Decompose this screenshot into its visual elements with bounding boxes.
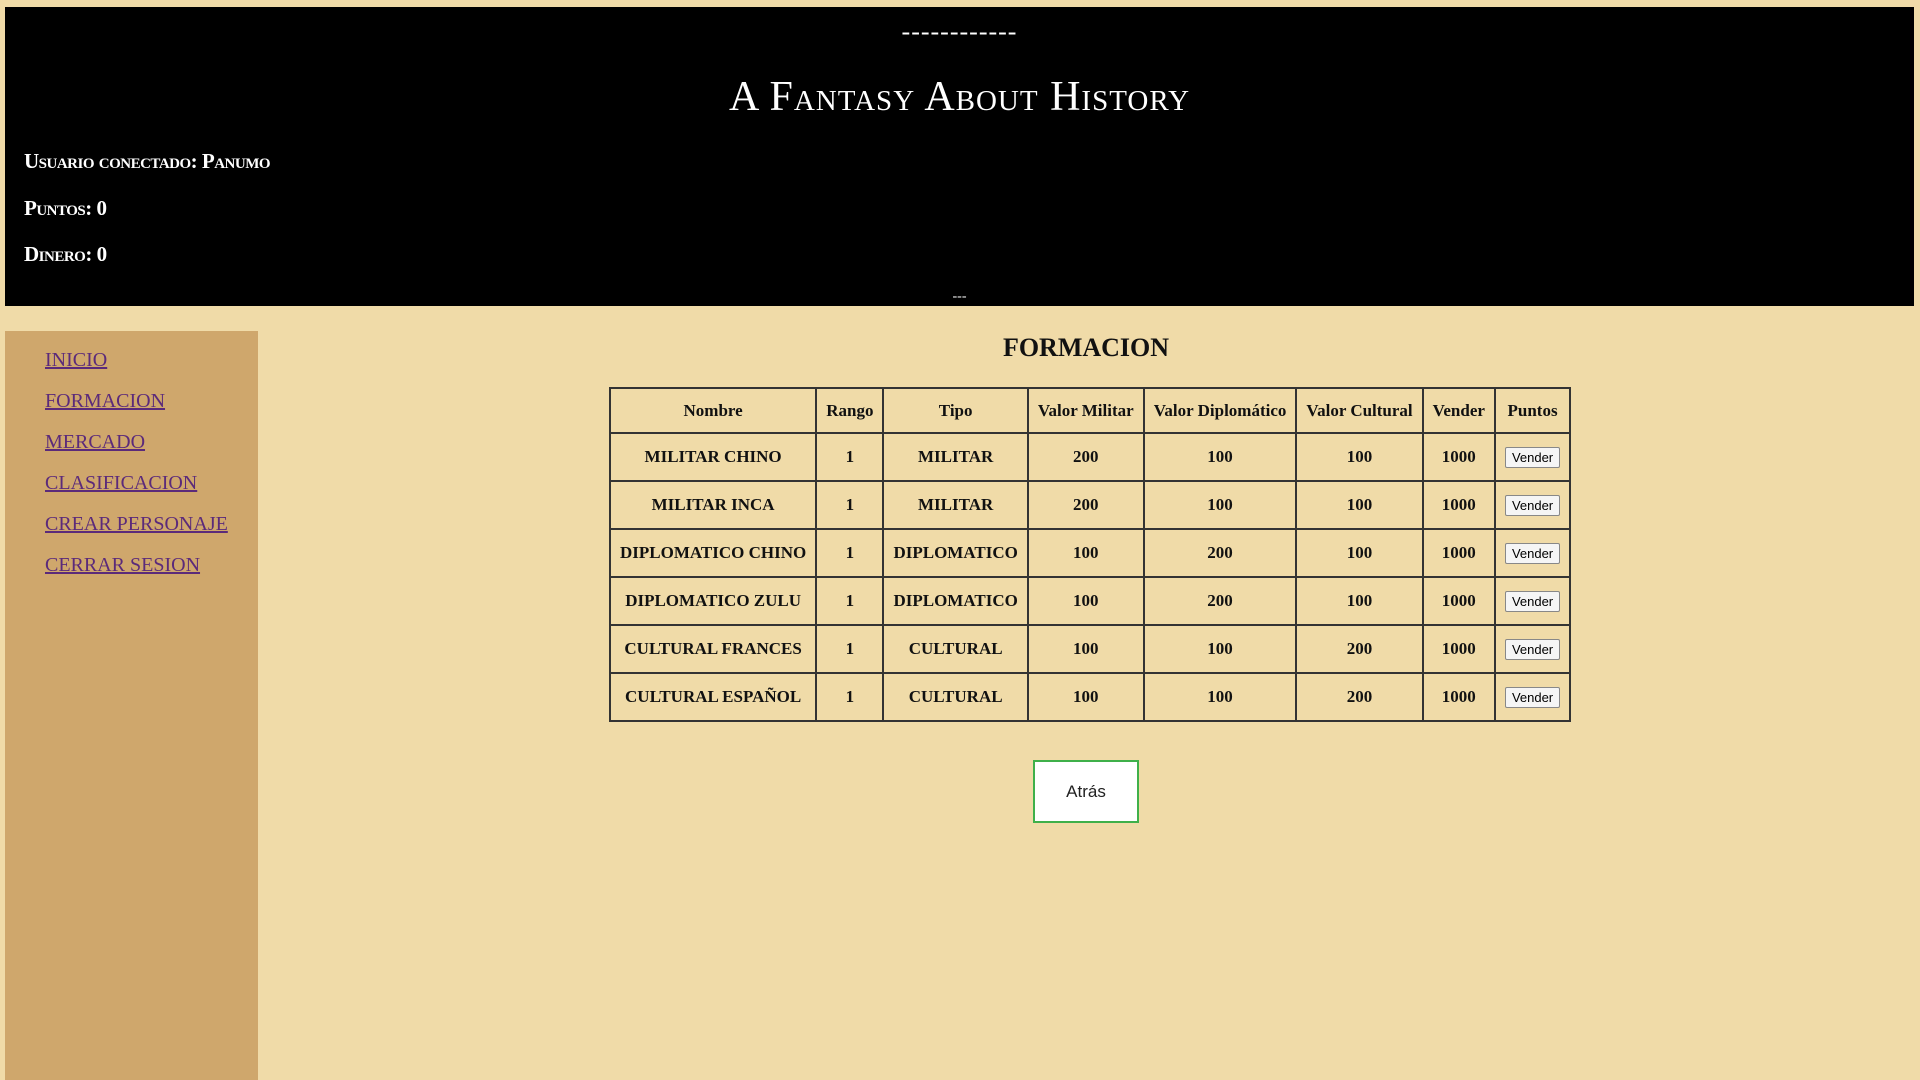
sell-button[interactable]: Vender (1504, 590, 1561, 612)
cell-valor-militar: 200 (1026, 432, 1145, 482)
sell-button[interactable]: Vender (1504, 542, 1561, 564)
cell-vender: 1000 (1421, 624, 1496, 674)
cell-valor-diplomatico: 200 (1142, 528, 1298, 578)
cell-valor-diplomatico: 100 (1142, 672, 1298, 722)
col-header-puntos: Puntos (1493, 387, 1572, 434)
cell-action: Vender (1493, 528, 1572, 578)
nav-link-inicio[interactable]: INICIO (45, 349, 107, 371)
page-title: FORMACION (1002, 333, 1170, 362)
cell-vender: 1000 (1421, 528, 1496, 578)
sell-button[interactable]: Vender (1504, 638, 1561, 660)
table-row: MILITAR INCA 1 MILITAR 200 100 100 1000 … (608, 480, 1572, 530)
header-dashes-bottom: --- (952, 289, 967, 304)
money-display: Dinero: 0 (24, 242, 107, 266)
cell-valor-militar: 100 (1026, 528, 1145, 578)
cell-rango: 1 (815, 576, 885, 626)
cell-rango: 1 (815, 528, 885, 578)
cell-nombre: CULTURAL ESPAÑOL (608, 672, 818, 722)
cell-valor-cultural: 200 (1295, 672, 1424, 722)
header-dashes-top: ------------ (901, 17, 1018, 46)
site-header: ------------ A Fantasy About History Usu… (5, 7, 1914, 306)
table-header-row: Nombre Rango Tipo Valor Militar Valor Di… (608, 387, 1572, 434)
cell-valor-cultural: 100 (1295, 432, 1424, 482)
cell-tipo: CULTURAL (882, 624, 1029, 674)
cell-valor-militar: 200 (1026, 480, 1145, 530)
cell-action: Vender (1493, 576, 1572, 626)
col-header-tipo: Tipo (882, 387, 1029, 434)
main-content: FORMACION Nombre Rango Tipo Valor Milita… (258, 331, 1914, 823)
cell-valor-cultural: 100 (1295, 576, 1424, 626)
back-button[interactable]: Atrás (1033, 760, 1139, 823)
nav-link-clasificacion[interactable]: CLASIFICACION (45, 472, 197, 494)
cell-valor-militar: 100 (1026, 576, 1145, 626)
cell-tipo: MILITAR (882, 432, 1029, 482)
sidebar-menu: INICIO FORMACION MERCADO CLASIFICACION C… (5, 331, 258, 595)
sidebar-nav: INICIO FORMACION MERCADO CLASIFICACION C… (5, 331, 258, 1080)
col-header-valor-diplomatico: Valor Diplomático (1142, 387, 1298, 434)
sell-button[interactable]: Vender (1504, 446, 1561, 468)
nav-link-cerrar-sesion[interactable]: CERRAR SESION (45, 554, 200, 576)
cell-nombre: MILITAR INCA (608, 480, 818, 530)
sidebar-item-cerrar-sesion: CERRAR SESION (45, 554, 258, 595)
nav-link-mercado[interactable]: MERCADO (45, 431, 145, 453)
cell-tipo: DIPLOMATICO (882, 528, 1029, 578)
cell-rango: 1 (815, 624, 885, 674)
sidebar-item-clasificacion: CLASIFICACION (45, 472, 258, 513)
col-header-nombre: Nombre (608, 387, 818, 434)
table-row: DIPLOMATICO CHINO 1 DIPLOMATICO 100 200 … (608, 528, 1572, 578)
cell-valor-diplomatico: 200 (1142, 576, 1298, 626)
cell-action: Vender (1493, 672, 1572, 722)
connected-user: Usuario conectado: Panumo (24, 149, 271, 173)
col-header-valor-militar: Valor Militar (1026, 387, 1145, 434)
cell-valor-diplomatico: 100 (1142, 624, 1298, 674)
cell-rango: 1 (815, 432, 885, 482)
nav-link-crear-personaje[interactable]: CREAR PERSONAJE (45, 513, 228, 535)
sidebar-item-inicio: INICIO (45, 349, 258, 390)
sidebar-item-crear-personaje: CREAR PERSONAJE (45, 513, 258, 554)
cell-valor-cultural: 200 (1295, 624, 1424, 674)
cell-action: Vender (1493, 624, 1572, 674)
cell-nombre: MILITAR CHINO (608, 432, 818, 482)
col-header-valor-cultural: Valor Cultural (1295, 387, 1424, 434)
cell-tipo: MILITAR (882, 480, 1029, 530)
cell-valor-diplomatico: 100 (1142, 432, 1298, 482)
sell-button[interactable]: Vender (1504, 686, 1561, 708)
cell-nombre: DIPLOMATICO ZULU (608, 576, 818, 626)
col-header-rango: Rango (815, 387, 885, 434)
cell-nombre: CULTURAL FRANCES (608, 624, 818, 674)
sidebar-item-mercado: MERCADO (45, 431, 258, 472)
cell-action: Vender (1493, 480, 1572, 530)
table-row: CULTURAL FRANCES 1 CULTURAL 100 100 200 … (608, 624, 1572, 674)
cell-rango: 1 (815, 480, 885, 530)
cell-vender: 1000 (1421, 576, 1496, 626)
cell-vender: 1000 (1421, 480, 1496, 530)
points-display: Puntos: 0 (24, 196, 107, 220)
sell-button[interactable]: Vender (1504, 494, 1561, 516)
cell-tipo: DIPLOMATICO (882, 576, 1029, 626)
cell-vender: 1000 (1421, 672, 1496, 722)
cell-vender: 1000 (1421, 432, 1496, 482)
cell-valor-diplomatico: 100 (1142, 480, 1298, 530)
cell-nombre: DIPLOMATICO CHINO (608, 528, 818, 578)
nav-link-formacion[interactable]: FORMACION (45, 390, 165, 412)
col-header-vender: Vender (1421, 387, 1496, 434)
cell-tipo: CULTURAL (882, 672, 1029, 722)
cell-rango: 1 (815, 672, 885, 722)
cell-action: Vender (1493, 432, 1572, 482)
table-row: MILITAR CHINO 1 MILITAR 200 100 100 1000… (608, 432, 1572, 482)
cell-valor-cultural: 100 (1295, 528, 1424, 578)
table-row: CULTURAL ESPAÑOL 1 CULTURAL 100 100 200 … (608, 672, 1572, 722)
sidebar-item-formacion: FORMACION (45, 390, 258, 431)
cell-valor-cultural: 100 (1295, 480, 1424, 530)
cell-valor-militar: 100 (1026, 624, 1145, 674)
table-row: DIPLOMATICO ZULU 1 DIPLOMATICO 100 200 1… (608, 576, 1572, 626)
formation-table: Nombre Rango Tipo Valor Militar Valor Di… (608, 387, 1572, 722)
cell-valor-militar: 100 (1026, 672, 1145, 722)
site-title: A Fantasy About History (728, 74, 1191, 120)
